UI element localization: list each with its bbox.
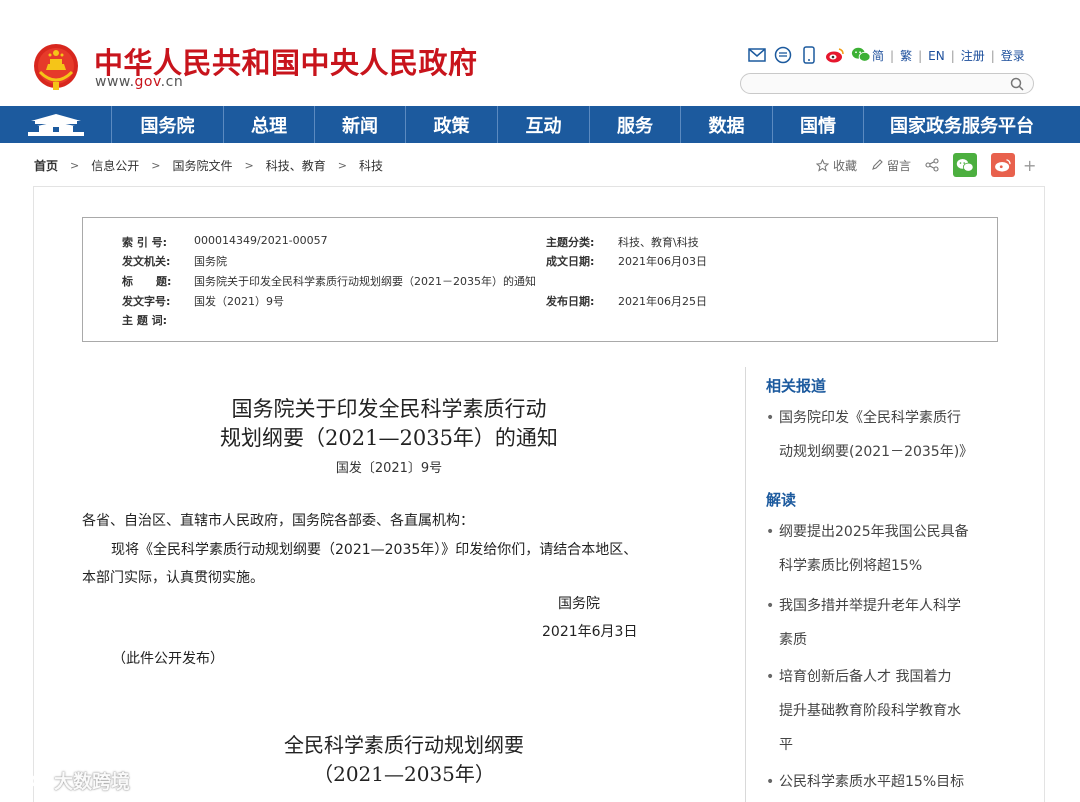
article-body-line1: 现将《全民科学素质行动规划纲要（2021—2035年）》印发给你们，请结合本地区… [111, 542, 638, 558]
main-nav: 国务院 总理 新闻 政策 互动 服务 数据 国情 国家政务服务平台 [0, 106, 1080, 143]
interpretation-item[interactable]: • 我国多措并举提升老年人科学 素质 [766, 589, 996, 657]
breadcrumb-info-disclosure[interactable]: 信息公开 [91, 157, 139, 174]
info-keywords: 主 题 词: [122, 314, 168, 327]
chevron-right-icon: > [151, 159, 161, 172]
interpretation-item[interactable]: • 培育创新后备人才 我国着力 提升基础教育阶段科学教育水 平 [766, 660, 996, 762]
watermark: 大数跨境 [10, 767, 130, 794]
related-item[interactable]: • 国务院印发《全民科学素质行 动规划纲要(2021－2035年)》 [766, 401, 996, 469]
info-topic: 主题分类: 科技、教育\科技 [546, 236, 699, 249]
page-actions: 收藏 留言 + [816, 153, 1036, 177]
interpretation-heading: 解读 [766, 491, 797, 509]
plan-title-years: （2021—2035年） [313, 762, 495, 786]
article-doc-number: 国发〔2021〕9号 [335, 461, 443, 476]
login-link[interactable]: 登录 [1001, 47, 1025, 64]
star-icon [816, 158, 829, 172]
share-icon-bar [747, 45, 871, 65]
article-sign-date: 2021年6月3日 [542, 624, 638, 640]
search-icon[interactable] [1009, 76, 1025, 92]
share-icon [925, 158, 939, 172]
chevron-right-icon: > [337, 159, 347, 172]
domain-brand: gov [134, 74, 161, 90]
interpretation-item[interactable]: • 公民科学素质水平超15%目标 [766, 765, 996, 799]
info-title: 标 题: 国务院关于印发全民科学素质行动规划纲要（2021－2035年）的通知 [122, 275, 536, 288]
pencil-icon [872, 159, 883, 170]
comment-label: 留言 [887, 158, 912, 173]
wechat-icon [956, 158, 974, 172]
document-info-box: 索 引 号: 000014349/2021-00057 主题分类: 科技、教育\… [82, 217, 998, 342]
weibo-share-button[interactable] [991, 153, 1016, 177]
more-share-icon[interactable]: + [1023, 156, 1036, 175]
weibo-icon [995, 159, 1011, 172]
plan-title: 全民科学素质行动规划纲要 [284, 733, 524, 757]
message-icon[interactable] [773, 45, 793, 65]
nav-item-services[interactable]: 服务 [590, 106, 681, 143]
breadcrumb-state-council-docs[interactable]: 国务院文件 [172, 157, 232, 174]
info-doc-number: 发文字号: 国发（2021）9号 [122, 295, 284, 308]
info-publish-date: 发布日期: 2021年06月25日 [546, 295, 707, 308]
nav-item-policy[interactable]: 政策 [406, 106, 498, 143]
nav-item-national-info[interactable]: 国情 [773, 106, 864, 143]
mail-icon[interactable] [747, 45, 767, 65]
tiananmen-logo-icon[interactable] [0, 106, 112, 143]
favorite-label: 收藏 [833, 158, 858, 173]
comment-button[interactable]: 留言 [871, 157, 911, 174]
article-body-line2: 本部门实际，认真贯彻实施。 [82, 570, 264, 586]
english-link[interactable]: EN [928, 49, 945, 63]
watermark-logo-icon [11, 774, 50, 787]
site-header: 中华人民共和国中央人民政府 www.gov.cn 简 | 繁 | EN | 注册 | 登… [0, 0, 1080, 106]
article-title-line2: 规划纲要（2021—2035年）的通知 [220, 426, 558, 450]
nav-item-interaction[interactable]: 互动 [498, 106, 590, 143]
info-written-date: 成文日期: 2021年06月03日 [546, 255, 707, 268]
info-index: 索 引 号: 000014349/2021-00057 [122, 234, 328, 249]
article-publish-note: （此件公开发布） [112, 651, 224, 667]
nav-item-news[interactable]: 新闻 [315, 106, 406, 143]
chevron-right-icon: > [244, 159, 254, 172]
favorite-button[interactable]: 收藏 [816, 157, 857, 174]
search-input[interactable] [751, 75, 1011, 95]
sidebar-divider [745, 367, 746, 802]
weibo-icon[interactable] [825, 45, 845, 65]
article-title-line1: 国务院关于印发全民科学素质行动 [231, 397, 547, 421]
wechat-share-button[interactable] [953, 153, 978, 177]
article-signer: 国务院 [558, 596, 600, 612]
wechat-icon[interactable] [851, 45, 871, 65]
traditional-link[interactable]: 繁 [900, 47, 912, 64]
breadcrumb-science[interactable]: 科技 [359, 157, 383, 174]
breadcrumb-home[interactable]: 首页 [34, 157, 58, 174]
site-domain[interactable]: www.gov.cn [95, 74, 183, 90]
domain-suffix: .cn [160, 74, 184, 90]
nav-item-data[interactable]: 数据 [681, 106, 773, 143]
breadcrumb: 首页 > 信息公开 > 国务院文件 > 科技、教育 > 科技 [34, 157, 383, 174]
nav-item-gov-service-platform[interactable]: 国家政务服务平台 [864, 106, 1060, 143]
share-button[interactable] [925, 158, 939, 172]
article-salutation: 各省、自治区、直辖市人民政府，国务院各部委、各直属机构： [82, 513, 474, 529]
register-link[interactable]: 注册 [961, 47, 985, 64]
nav-item-premier[interactable]: 总理 [224, 106, 315, 143]
article-title: 国务院关于印发全民科学素质行动 规划纲要（2021—2035年）的通知 [34, 395, 744, 453]
domain-prefix: www. [95, 74, 135, 90]
interpretation-item[interactable]: • 纲要提出2025年我国公民具备 科学素质比例将超15% [766, 515, 996, 583]
simplified-link[interactable]: 简 [872, 47, 884, 64]
info-issuer: 发文机关: 国务院 [122, 255, 227, 268]
related-reports-heading: 相关报道 [766, 377, 827, 395]
mobile-icon[interactable] [799, 45, 819, 65]
nav-item-state-council[interactable]: 国务院 [112, 106, 224, 143]
breadcrumb-sci-edu[interactable]: 科技、教育 [266, 157, 326, 174]
chevron-right-icon: > [70, 159, 80, 172]
search-box [740, 73, 1034, 95]
national-emblem-icon[interactable] [32, 40, 80, 92]
top-links: 简 | 繁 | EN | 注册 | 登录 [872, 47, 1025, 64]
content-area: 索 引 号: 000014349/2021-00057 主题分类: 科技、教育\… [33, 186, 1045, 802]
